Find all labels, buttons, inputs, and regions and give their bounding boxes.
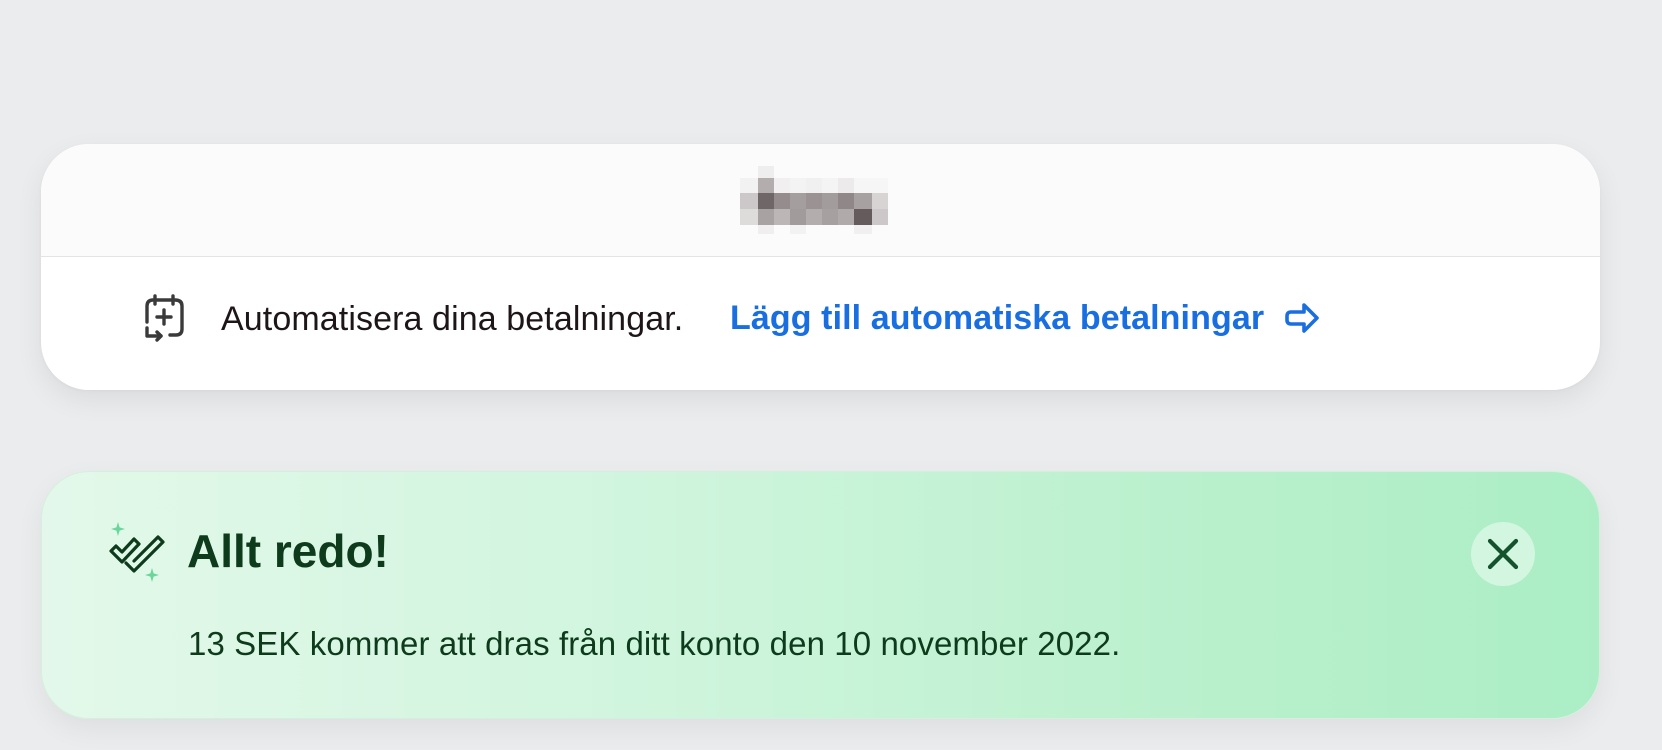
success-banner: Allt redo! 13 SEK kommer att dras från d… xyxy=(41,471,1600,719)
arrow-right-icon xyxy=(1285,303,1319,333)
sparkle-double-check-icon xyxy=(109,522,165,582)
add-automatic-payments-label: Lägg till automatiska betalningar xyxy=(730,298,1265,337)
blurred-title xyxy=(740,166,908,234)
automate-description: Automatisera dina betalningar. xyxy=(221,300,684,338)
add-automatic-payments-link[interactable]: Lägg till automatiska betalningar xyxy=(730,296,1322,340)
automate-row: Automatisera dina betalningar. Lägg till… xyxy=(41,256,1600,390)
calendar-plus-icon xyxy=(145,294,184,342)
card-header xyxy=(41,144,1600,257)
automatic-payments-card: Automatisera dina betalningar. Lägg till… xyxy=(41,144,1600,390)
close-button[interactable] xyxy=(1471,522,1535,586)
close-icon xyxy=(1487,538,1519,570)
success-message: 13 SEK kommer att dras från ditt konto d… xyxy=(188,625,1121,662)
success-title: Allt redo! xyxy=(187,525,389,577)
